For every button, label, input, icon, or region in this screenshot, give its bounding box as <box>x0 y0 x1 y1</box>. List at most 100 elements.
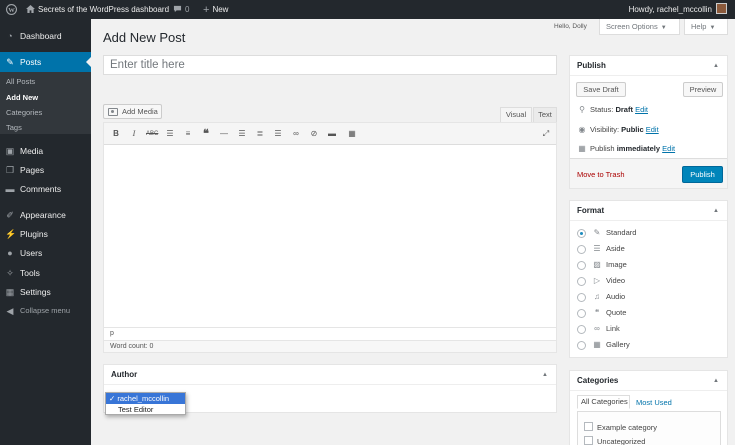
home-icon <box>26 5 35 13</box>
post-title-input[interactable]: Enter title here <box>103 55 557 75</box>
save-draft-button[interactable]: Save Draft <box>576 82 626 97</box>
align-left-icon[interactable]: ☰ <box>236 128 248 140</box>
screen-options-tab[interactable]: Screen Options ▼ <box>599 19 680 35</box>
radio-button[interactable] <box>577 293 586 302</box>
my-account-link[interactable]: Howdy, rachel_mccollin <box>629 0 727 19</box>
strikethrough-icon[interactable]: ABC <box>146 128 158 140</box>
collapse-icon: ◀ <box>6 306 14 316</box>
sidebar-item-tools[interactable]: ✧ Tools <box>0 263 91 283</box>
format-label: Audio <box>606 292 626 301</box>
sidebar-item-plugins[interactable]: ⚡ Plugins <box>0 224 91 244</box>
submenu-categories[interactable]: Categories <box>6 108 42 117</box>
checkbox[interactable] <box>584 422 593 431</box>
dashboard-icon: ◔ <box>7 31 13 41</box>
radio-button[interactable] <box>577 277 586 286</box>
sidebar-item-posts[interactable]: ✎ Posts <box>0 52 91 72</box>
category-label: Uncategorized <box>597 437 646 445</box>
collapse-arrow-icon[interactable]: ▲ <box>713 56 719 76</box>
categories-checklist: Example category Uncategorized <box>577 411 721 445</box>
sidebar-item-label: Users <box>20 248 43 258</box>
sidebar-item-label: Comments <box>20 184 62 194</box>
format-header[interactable]: Format ▲ <box>570 201 727 221</box>
visibility-edit-link[interactable]: Edit <box>646 125 659 134</box>
tab-most-used[interactable]: Most Used <box>636 398 672 407</box>
sidebar-item-media[interactable]: ▣ Media <box>0 141 91 161</box>
sidebar-item-dashboard[interactable]: ◔ Dashboard <box>0 26 91 46</box>
category-item[interactable]: Uncategorized <box>584 436 645 445</box>
sidebar-item-comments[interactable]: ▬ Comments <box>0 179 91 199</box>
align-center-icon[interactable]: ≣ <box>254 128 266 140</box>
media-icon: ▣ <box>5 146 15 156</box>
category-item[interactable]: Example category <box>584 422 657 432</box>
help-tab[interactable]: Help ▼ <box>684 19 728 35</box>
bold-icon[interactable]: B <box>110 128 122 140</box>
wordpress-logo-icon[interactable]: W <box>6 0 20 19</box>
horizontal-line-icon[interactable]: — <box>218 128 230 140</box>
blockquote-icon[interactable]: ❝ <box>200 128 212 140</box>
comments-link[interactable]: 0 <box>173 0 189 19</box>
publish-button[interactable]: Publish <box>682 166 723 183</box>
help-label: Help <box>691 22 707 31</box>
collapse-arrow-icon[interactable]: ▲ <box>713 201 719 221</box>
align-right-icon[interactable]: ☰ <box>272 128 284 140</box>
collapse-arrow-icon[interactable]: ▲ <box>713 371 719 391</box>
link-icon[interactable]: ∞ <box>290 128 302 140</box>
screen-options-label: Screen Options <box>606 22 658 31</box>
author-option[interactable]: Test Editor <box>106 404 185 415</box>
publish-header[interactable]: Publish ▲ <box>570 56 727 76</box>
sidebar-item-settings[interactable]: ▦ Settings <box>0 282 91 302</box>
publish-title: Publish <box>577 61 606 70</box>
status-label: Status: <box>590 105 614 114</box>
bullet-list-icon[interactable]: ☰ <box>164 128 176 140</box>
toolbar-toggle-icon[interactable]: ▦ <box>346 128 358 140</box>
sidebar-item-label: Pages <box>20 165 45 175</box>
author-option-selected[interactable]: ✓ rachel_mccollin <box>106 393 185 404</box>
pages-icon: ❐ <box>5 165 15 175</box>
categories-header[interactable]: Categories ▲ <box>570 371 727 391</box>
submenu-add-new[interactable]: Add New <box>6 93 38 102</box>
radio-button[interactable] <box>577 341 586 350</box>
format-label: Video <box>606 276 626 285</box>
pin-icon: ✎ <box>6 57 14 67</box>
editor-body[interactable] <box>104 145 556 327</box>
chevron-down-icon: ▼ <box>660 25 667 31</box>
admin-bar: W Secrets of the WordPress dashboard 0 +… <box>0 0 735 19</box>
preview-button[interactable]: Preview <box>683 82 723 97</box>
radio-button[interactable] <box>577 309 586 318</box>
posts-submenu: All Posts Add New Categories Tags <box>0 72 91 134</box>
plug-icon: ⚡ <box>5 229 17 239</box>
collapse-menu-button[interactable]: ◀ Collapse menu <box>0 301 91 321</box>
add-media-button[interactable]: Add Media <box>103 104 162 119</box>
italic-icon[interactable]: I <box>128 128 140 140</box>
move-to-trash-link[interactable]: Move to Trash <box>577 170 625 179</box>
new-content-link[interactable]: + New <box>203 0 228 19</box>
checkbox[interactable] <box>584 436 593 445</box>
submenu-tags[interactable]: Tags <box>6 123 22 132</box>
sidebar-item-appearance[interactable]: ✐ Appearance <box>0 205 91 225</box>
tab-text[interactable]: Text <box>533 107 557 122</box>
numbered-list-icon[interactable]: ≡ <box>182 128 194 140</box>
site-name-link[interactable]: Secrets of the WordPress dashboard <box>26 0 169 19</box>
tab-all-categories[interactable]: All Categories <box>577 395 630 409</box>
schedule-edit-link[interactable]: Edit <box>662 144 675 153</box>
author-select-dropdown[interactable]: ✓ rachel_mccollin Test Editor <box>105 392 186 415</box>
sidebar-item-pages[interactable]: ❐ Pages <box>0 160 91 180</box>
chevron-down-icon: ▼ <box>709 25 716 31</box>
submenu-all-posts[interactable]: All Posts <box>6 77 35 86</box>
visibility-row: ◉ Visibility: Public Edit <box>577 125 659 134</box>
format-label: Link <box>606 324 620 333</box>
radio-button[interactable] <box>577 245 586 254</box>
status-edit-link[interactable]: Edit <box>635 105 648 114</box>
radio-button[interactable] <box>577 261 586 270</box>
read-more-icon[interactable]: ▬ <box>326 128 338 140</box>
sidebar-item-users[interactable]: ● Users <box>0 243 91 263</box>
unlink-icon[interactable]: ⊘ <box>308 128 320 140</box>
howdy-label: Howdy, rachel_mccollin <box>628 5 712 14</box>
radio-button[interactable] <box>577 229 586 238</box>
pin-icon: ✎ <box>593 228 601 237</box>
radio-button[interactable] <box>577 325 586 334</box>
fullscreen-icon[interactable]: ⤢ <box>540 128 552 140</box>
author-header[interactable]: Author ▲ <box>104 365 556 385</box>
collapse-arrow-icon[interactable]: ▲ <box>542 365 548 385</box>
tab-visual[interactable]: Visual <box>500 107 532 122</box>
